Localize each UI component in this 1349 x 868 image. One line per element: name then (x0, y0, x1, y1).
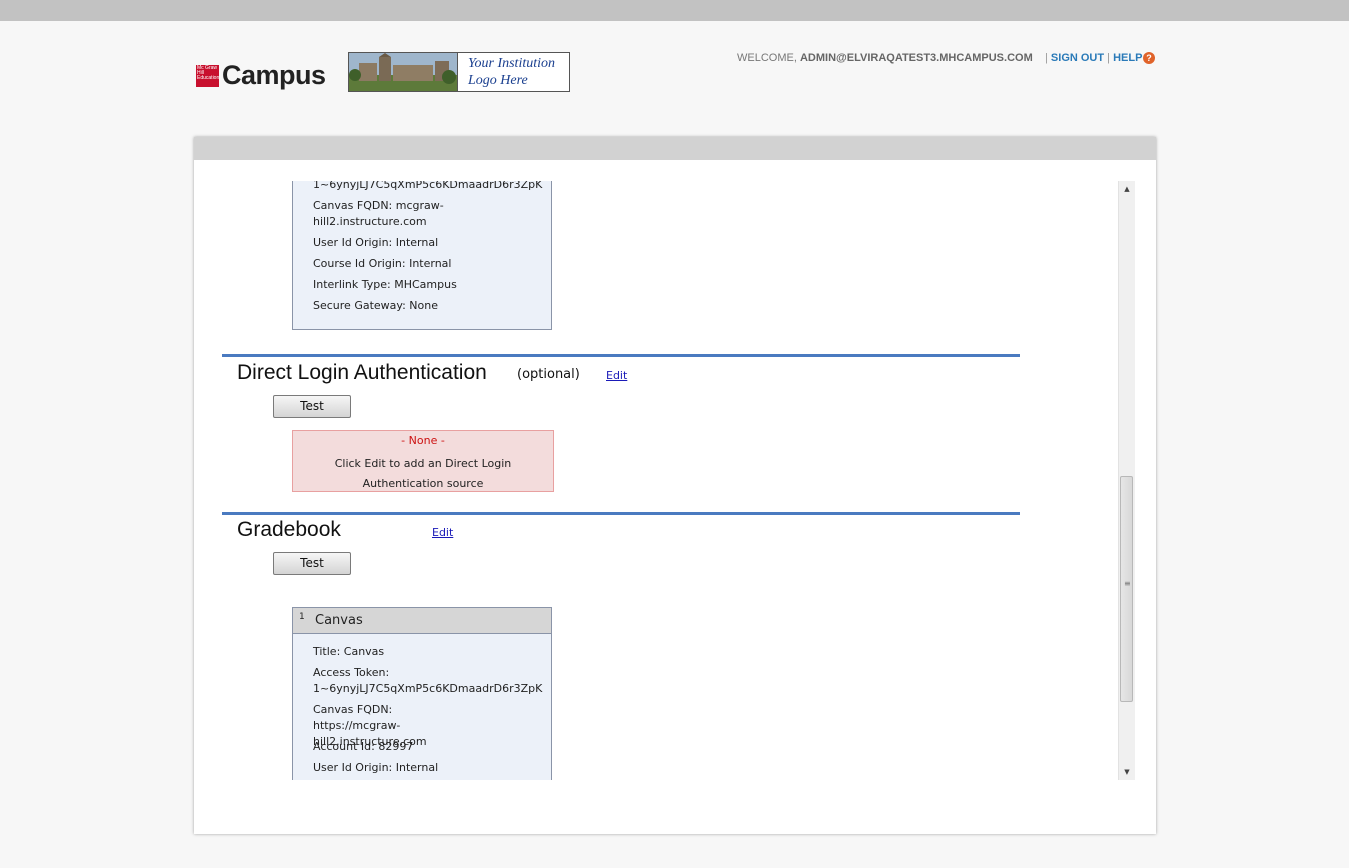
optional-label: (optional) (517, 367, 580, 382)
none-message: Click Edit to add an Direct Login Authen… (334, 457, 512, 490)
content-panel: 1~6ynyjLJ7C5qXmP5c6KDmaadrD6r3ZpK Canvas… (194, 137, 1156, 834)
welcome-label: WELCOME, (737, 52, 797, 64)
panel-header-bar (194, 137, 1156, 160)
direct-login-test-button[interactable]: Test (273, 395, 351, 418)
scroll-up-icon[interactable]: ▲ (1119, 181, 1135, 197)
scroll-frame: 1~6ynyjLJ7C5qXmP5c6KDmaadrD6r3ZpK Canvas… (222, 181, 1135, 780)
card-row: Access Token: 1~6ynyjLJ7C5qXmP5c6KDmaadr… (313, 666, 543, 695)
section-divider (222, 512, 1020, 515)
separator: | (1045, 52, 1048, 64)
scroll-grip-icon: ≡ (1124, 579, 1131, 588)
card-row: Interlink Type: MHCampus (313, 278, 457, 291)
card-row: 1~6ynyjLJ7C5qXmP5c6KDmaadrD6r3ZpK (313, 181, 543, 191)
gradebook-edit-link[interactable]: Edit (432, 526, 453, 539)
direct-login-title: Direct Login Authentication (237, 361, 487, 384)
gradebook-title: Gradebook (237, 518, 341, 541)
top-links: | SIGN OUT | HELP (1045, 52, 1142, 64)
card-number: 1 (299, 612, 305, 622)
help-link[interactable]: HELP (1113, 52, 1142, 64)
direct-login-edit-link[interactable]: Edit (606, 369, 627, 382)
card-title-bar: 1 Canvas (293, 608, 551, 634)
direct-login-empty-box: - None - Click Edit to add an Direct Log… (292, 430, 554, 492)
welcome-user: ADMIN@ELVIRAQATEST3.MHCAMPUS.COM (799, 52, 1033, 64)
mcgraw-hill-logo-icon: Mc Graw Hill Education (196, 65, 219, 87)
card-row: User Id Origin: Internal (313, 236, 439, 249)
card-name: Canvas (315, 613, 363, 628)
vertical-scrollbar[interactable]: ▲ ≡ ▼ (1118, 181, 1135, 780)
card-row: Secure Gateway: None (313, 299, 439, 312)
card-row: Title: Canvas (313, 645, 385, 658)
sign-out-link[interactable]: SIGN OUT (1051, 52, 1104, 64)
card-row: Canvas FQDN: mcgraw-hill2.instructure.co… (313, 199, 444, 228)
institution-photo-icon (349, 53, 458, 91)
institution-logo-text: Your Institution Logo Here (468, 56, 556, 88)
gradebook-canvas-card: 1 Canvas Title: Canvas Access Token: 1~6… (292, 607, 552, 780)
none-title: - None - (401, 434, 445, 447)
help-icon[interactable]: ? (1143, 52, 1155, 64)
gradebook-test-button[interactable]: Test (273, 552, 351, 575)
section-divider (222, 354, 1020, 357)
card-row: User Id Origin: Internal (313, 761, 439, 774)
browser-top-bar (0, 0, 1349, 21)
institution-logo: Your Institution Logo Here (348, 52, 570, 92)
brand-text: Campus (222, 60, 326, 90)
scroll-thumb[interactable]: ≡ (1120, 476, 1133, 702)
scroll-down-icon[interactable]: ▼ (1119, 764, 1135, 780)
card-row: Account Id: 82997 (313, 740, 414, 753)
card-row: Course Id Origin: Internal (313, 257, 452, 270)
separator: | (1107, 52, 1111, 64)
welcome-message: WELCOME, ADMIN@ELVIRAQATEST3.MHCAMPUS.CO… (737, 52, 1033, 64)
lms-config-card: 1~6ynyjLJ7C5qXmP5c6KDmaadrD6r3ZpK Canvas… (292, 181, 552, 330)
